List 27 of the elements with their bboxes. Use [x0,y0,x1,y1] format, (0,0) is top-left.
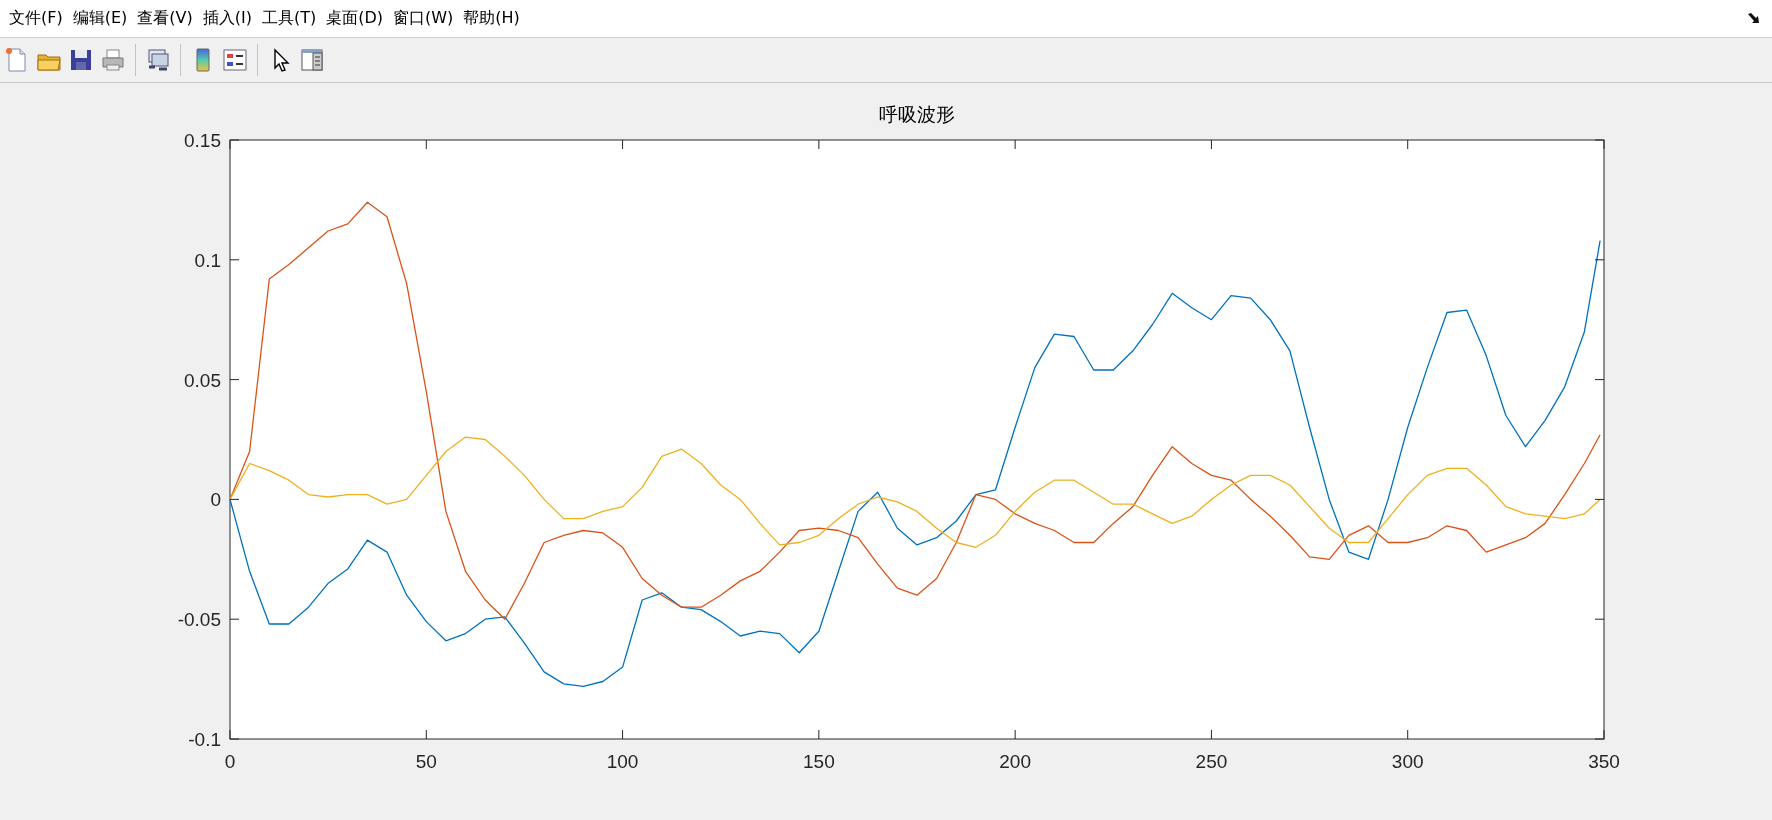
menu-item[interactable]: 查看(V) [132,6,198,31]
x-tick-label: 150 [803,751,835,772]
x-tick-label: 250 [1195,751,1228,772]
dock-arrow-icon[interactable] [1748,13,1760,24]
y-tick-label: 0.1 [194,249,221,271]
menu-item[interactable]: 文件(F) [4,6,68,31]
chart-title: 呼吸波形 [879,103,955,125]
y-tick-label: 0.05 [184,369,221,391]
x-tick-label: 100 [606,751,639,772]
menu-item[interactable]: 插入(I) [197,6,257,31]
menu-item[interactable]: 窗口(W) [388,6,459,31]
menu-item[interactable]: 编辑(E) [67,6,133,31]
y-tick-label: -0.1 [188,729,221,750]
menu-item[interactable]: 帮助(H) [458,6,525,31]
printer-icon [99,46,127,74]
x-tick-label: 300 [1391,751,1424,772]
x-tick-label: 200 [999,751,1031,772]
y-tick-label: -0.05 [177,609,221,631]
x-tick-label: 50 [415,751,437,772]
y-tick-label: 0.15 [184,130,221,151]
x-tick-label: 0 [224,751,236,772]
x-tick-label: 350 [1588,751,1620,772]
menu-item[interactable]: 桌面(D) [321,6,388,31]
y-tick-label: 0 [210,489,221,511]
panel-icon [298,46,326,74]
legend-icon [221,46,249,74]
menu-item[interactable]: 工具(T) [256,6,322,31]
